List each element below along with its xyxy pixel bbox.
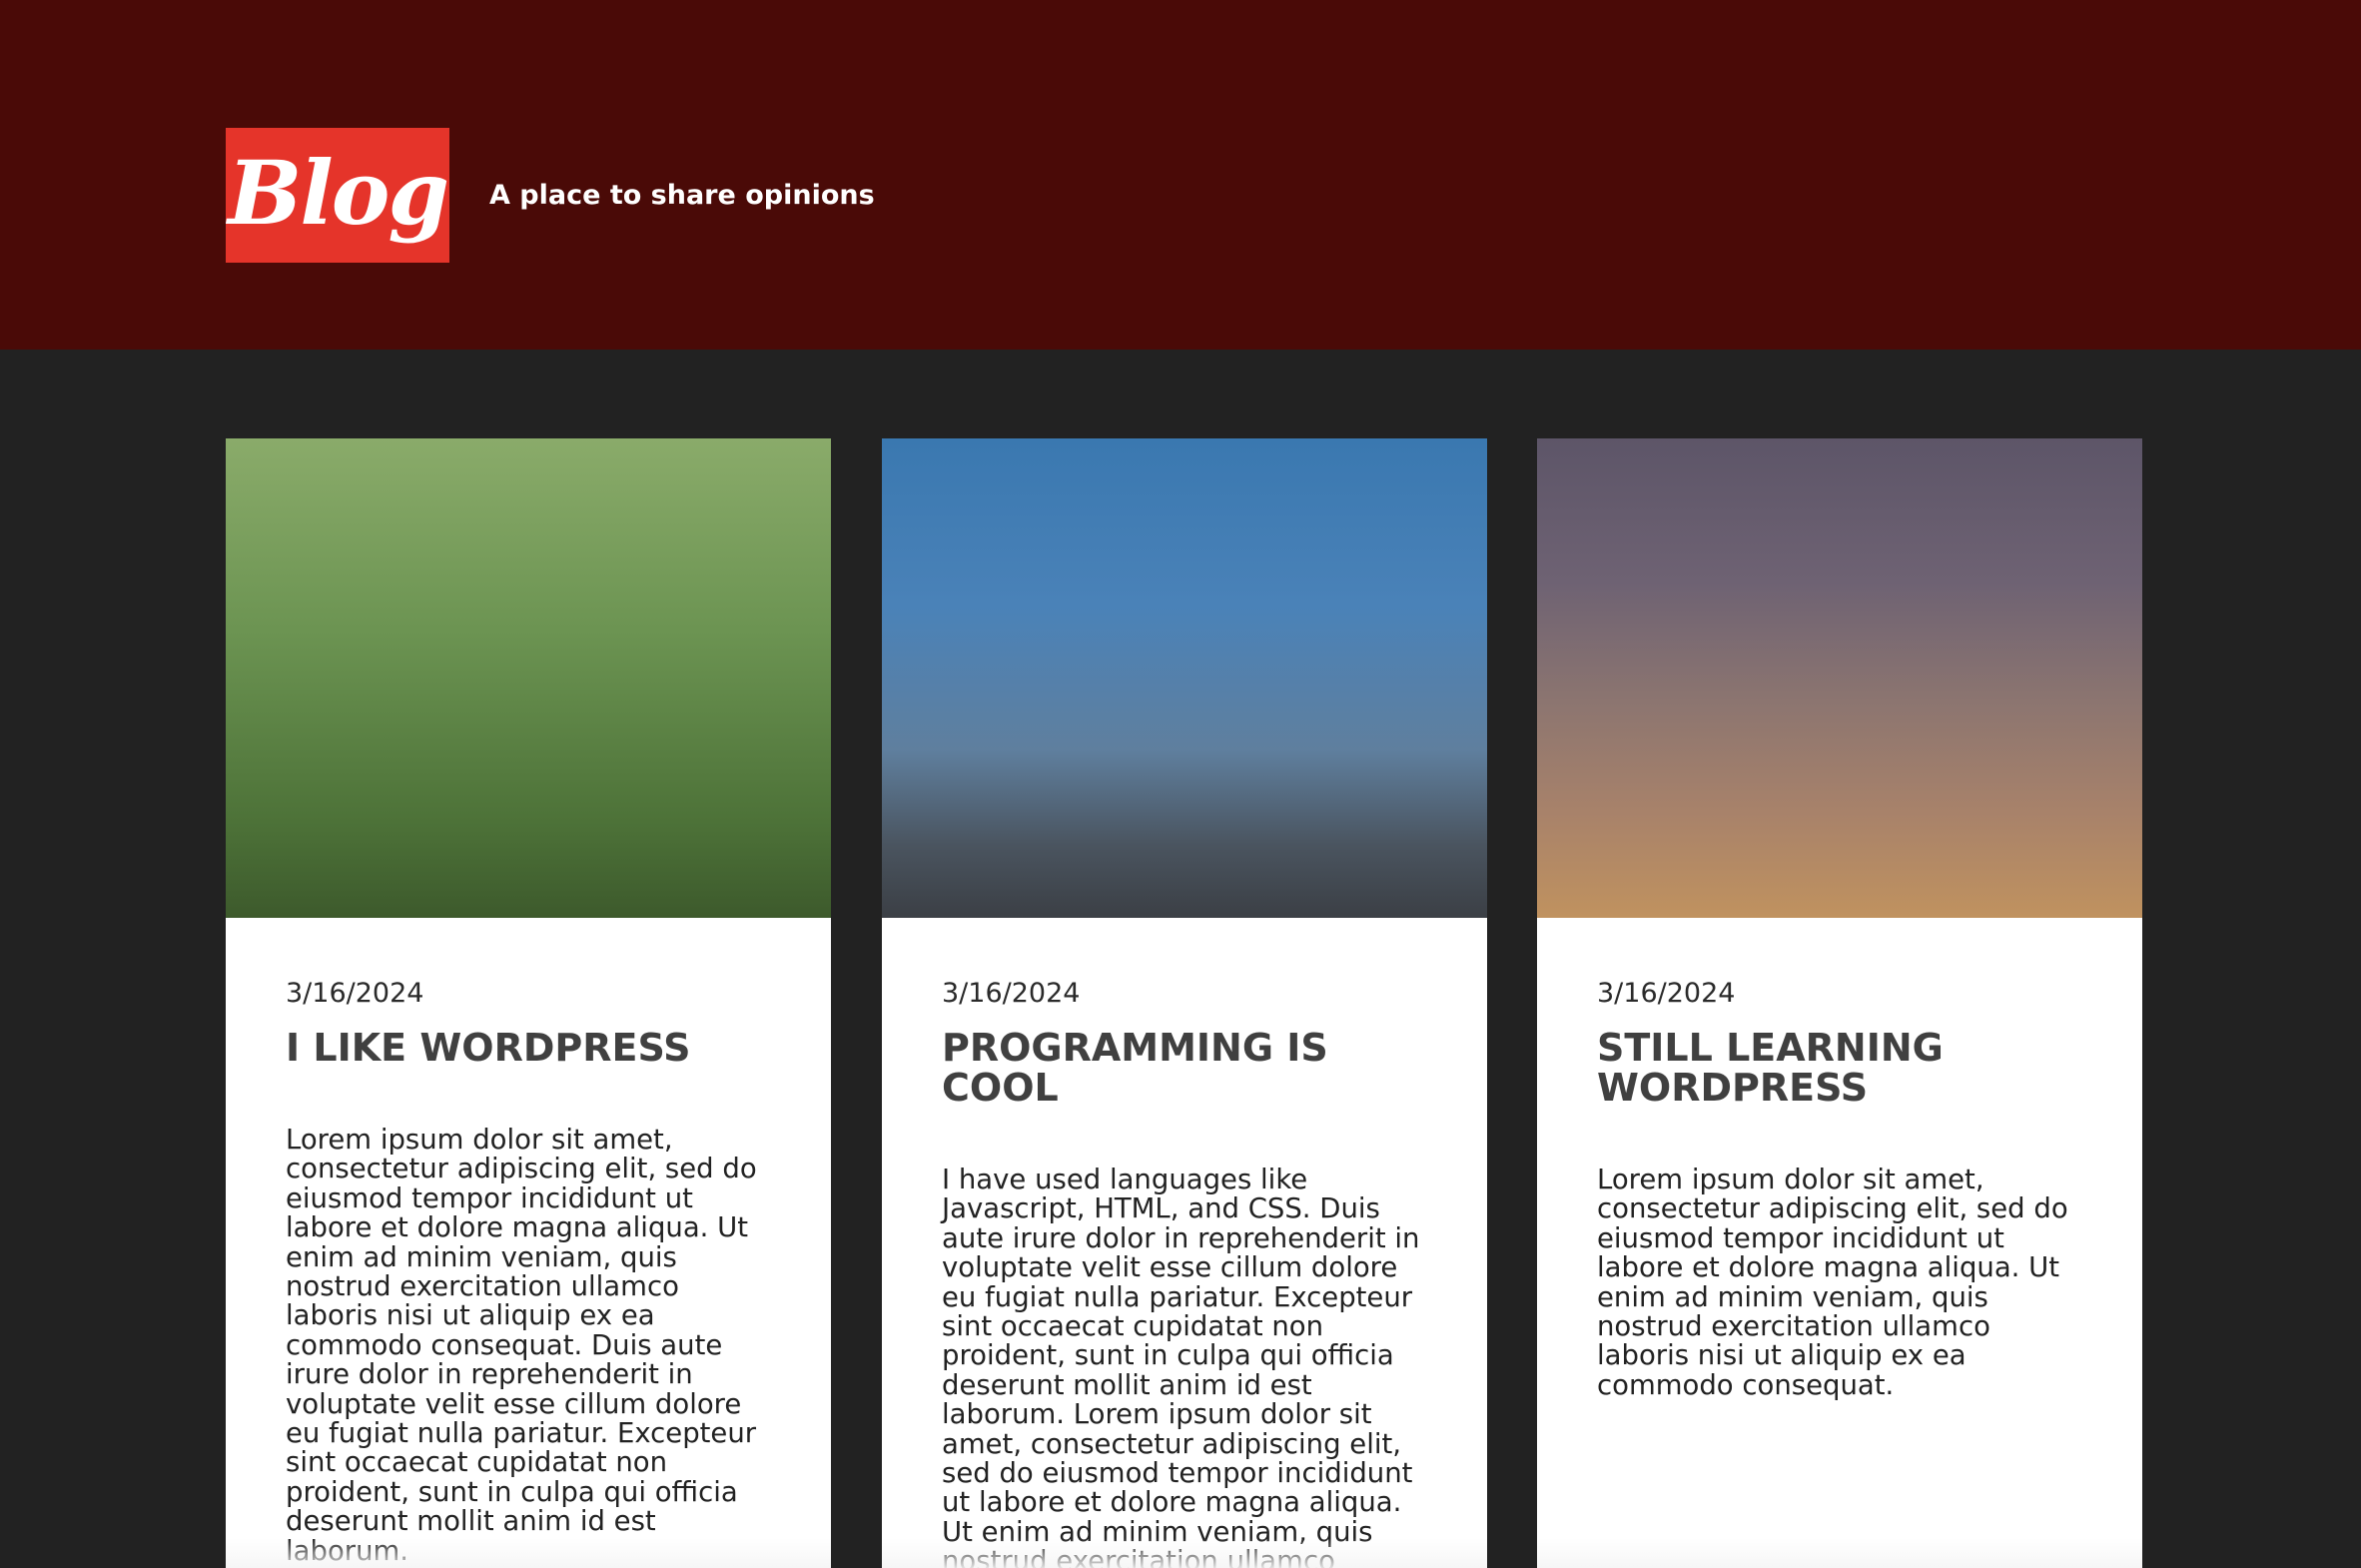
site-header: Blog A place to share opinions (0, 0, 2361, 350)
post-content: 3/16/2024 I LIKE WORDPRESS Lorem ipsum d… (226, 918, 831, 1566)
post-excerpt: Lorem ipsum dolor sit amet, consectetur … (286, 1124, 757, 1565)
post-card[interactable]: 3/16/2024 I LIKE WORDPRESS Lorem ipsum d… (226, 438, 831, 1568)
post-date: 3/16/2024 (942, 978, 1081, 1009)
post-card[interactable]: 3/16/2024 PROGRAMMING IS COOL I have use… (882, 438, 1487, 1568)
site-tagline: A place to share opinions (489, 180, 875, 211)
post-date: 3/16/2024 (286, 978, 424, 1009)
post-title[interactable]: PROGRAMMING IS COOL (942, 1028, 1427, 1108)
card-fade (1537, 1538, 2142, 1568)
card-fade (882, 1538, 1487, 1568)
post-date: 3/16/2024 (1597, 978, 1736, 1009)
post-image[interactable] (226, 438, 831, 918)
logo-text: Blog (227, 140, 449, 245)
post-title[interactable]: I LIKE WORDPRESS (286, 1028, 771, 1068)
blog-logo[interactable]: Blog (226, 128, 449, 263)
post-excerpt: Lorem ipsum dolor sit amet, consectetur … (1597, 1164, 2068, 1401)
post-content: 3/16/2024 STILL LEARNING WORDPRESS Lorem… (1537, 918, 2142, 1400)
post-card[interactable]: 3/16/2024 STILL LEARNING WORDPRESS Lorem… (1537, 438, 2142, 1568)
post-image[interactable] (882, 438, 1487, 918)
post-excerpt: I have used languages like Javascript, H… (942, 1164, 1420, 1568)
card-fade (226, 1538, 831, 1568)
post-image[interactable] (1537, 438, 2142, 918)
post-content: 3/16/2024 PROGRAMMING IS COOL I have use… (882, 918, 1487, 1568)
post-title[interactable]: STILL LEARNING WORDPRESS (1597, 1028, 2082, 1108)
